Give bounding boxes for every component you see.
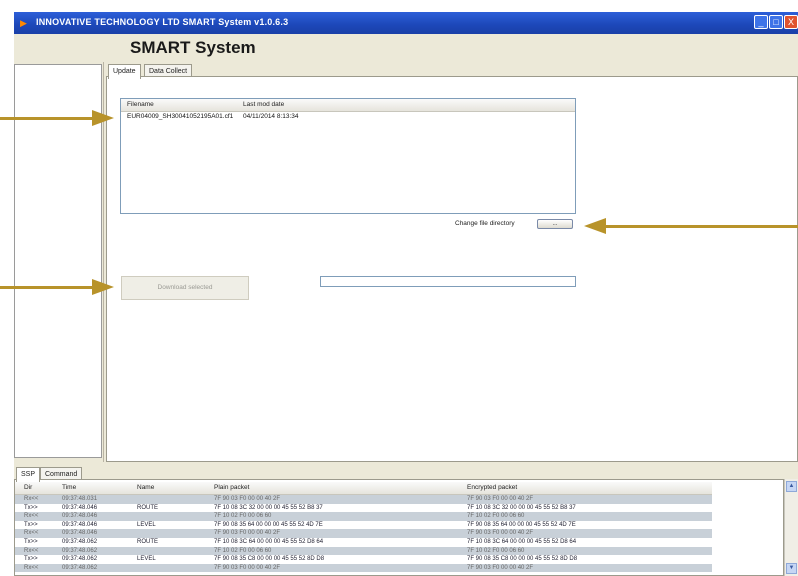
log-cell-encrypted: 7F 90 03 F0 00 00 40 2F bbox=[467, 496, 534, 502]
log-cell-dir: Rx<< bbox=[24, 564, 39, 571]
window-title: INNOVATIVE TECHNOLOGY LTD SMART System v… bbox=[36, 17, 289, 27]
log-cell-time: 09:37:48.062 bbox=[62, 556, 98, 563]
log-cell-time: 09:37:48.046 bbox=[62, 530, 98, 537]
log-cell-encrypted: 7F 90 08 35 C8 00 00 00 45 55 52 8D D8 bbox=[467, 556, 578, 563]
annotation-arrow-download-shaft bbox=[0, 286, 92, 289]
log-cell-name: LEVEL bbox=[137, 521, 156, 528]
column-encrypted-packet[interactable]: Encrypted packet bbox=[467, 484, 517, 491]
column-time[interactable]: Time bbox=[62, 484, 76, 491]
annotation-arrow-filelist-shaft bbox=[0, 117, 92, 120]
log-row[interactable]: Tx>> 09:37:48.046 LEVEL 7F 90 08 35 64 00 0… bbox=[15, 520, 712, 530]
app-icon: ▶ bbox=[20, 18, 27, 28]
log-cell-encrypted: 7F 10 02 F0 00 06 60 bbox=[467, 547, 525, 554]
log-cell-time: 09:37:48.062 bbox=[62, 539, 98, 545]
log-cell-encrypted: 7F 10 02 F0 00 06 60 bbox=[467, 513, 525, 520]
log-row[interactable]: Rx<< 09:37:48.046 7F 90 03 F0 00 00 40 2F 7… bbox=[15, 529, 712, 538]
progress-bar bbox=[320, 276, 576, 287]
log-row[interactable]: Rx<< 09:37:48.031 7F 90 03 F0 00 00 40 2F 7… bbox=[15, 495, 712, 504]
log-cell-time: 09:37:48.031 bbox=[62, 496, 98, 502]
log-cell-dir: Rx<< bbox=[24, 496, 39, 502]
close-button[interactable]: X bbox=[784, 15, 798, 29]
log-row[interactable]: Rx<< 09:37:48.046 7F 10 02 F0 00 06 60 7F 1… bbox=[15, 512, 712, 521]
log-cell-time: 09:37:48.046 bbox=[62, 504, 98, 511]
maximize-button[interactable]: □ bbox=[769, 15, 783, 29]
log-cell-encrypted: 7F 10 08 3C 64 00 00 00 45 55 52 D8 64 bbox=[467, 539, 577, 545]
title-bar[interactable]: ▶ INNOVATIVE TECHNOLOGY LTD SMART System… bbox=[14, 12, 798, 34]
log-cell-encrypted: 7F 90 03 F0 00 00 40 2F bbox=[467, 530, 534, 537]
log-cell-name: ROUTE bbox=[137, 539, 158, 545]
log-cell-plain: 7F 90 08 35 64 00 00 00 45 55 52 4D 7E bbox=[214, 521, 323, 528]
annotation-arrow-filelist-head bbox=[92, 110, 114, 126]
log-row[interactable]: Rx<< 09:37:48.062 7F 90 03 F0 00 00 40 2F 7… bbox=[15, 563, 712, 573]
file-list-header: Filename Last mod date bbox=[121, 99, 575, 112]
log-cell-time: 09:37:48.062 bbox=[62, 564, 98, 571]
log-cell-name: ROUTE bbox=[137, 504, 158, 511]
column-dir[interactable]: Dir bbox=[24, 484, 32, 491]
log-row[interactable]: Tx>> 09:37:48.062 LEVEL 7F 90 08 35 C8 00 0… bbox=[15, 555, 712, 564]
log-cell-encrypted: 7F 10 08 3C 32 00 00 00 45 55 52 B8 37 bbox=[467, 504, 576, 511]
log-cell-plain: 7F 90 08 35 C8 00 00 00 45 55 52 8D D8 bbox=[214, 556, 325, 563]
download-selected-button[interactable]: Download selected bbox=[121, 276, 249, 300]
log-cell-dir: Tx>> bbox=[24, 521, 38, 528]
scroll-up-icon[interactable]: ▲ bbox=[786, 481, 797, 492]
log-cell-dir: Tx>> bbox=[24, 556, 38, 563]
file-name: EUR04009_SH30041052195A01.cf1 bbox=[127, 113, 234, 120]
scroll-down-icon[interactable]: ▼ bbox=[786, 563, 797, 574]
column-name[interactable]: Name bbox=[137, 484, 154, 491]
file-date: 04/11/2014 8:13:34 bbox=[243, 113, 299, 120]
log-cell-encrypted: 7F 90 03 F0 00 00 40 2F bbox=[467, 564, 534, 571]
log-cell-time: 09:37:48.062 bbox=[62, 547, 98, 554]
log-cell-dir: Rx<< bbox=[24, 513, 39, 520]
annotation-arrow-changedir-shaft bbox=[605, 225, 798, 228]
log-row[interactable]: Rx<< 09:37:48.062 7F 10 02 F0 00 06 60 7F 1… bbox=[15, 546, 712, 556]
log-header: Dir Time Name Plain packet Encrypted pac… bbox=[15, 482, 712, 495]
left-panel[interactable] bbox=[14, 64, 102, 458]
column-last-mod-date[interactable]: Last mod date bbox=[243, 101, 284, 108]
app-header: SMART System bbox=[14, 34, 798, 62]
log-cell-plain: 7F 10 02 F0 00 06 60 bbox=[214, 547, 272, 554]
log-cell-plain: 7F 90 03 F0 00 00 40 2F bbox=[214, 530, 281, 537]
tab-update[interactable]: Update bbox=[108, 64, 141, 79]
column-filename[interactable]: Filename bbox=[127, 101, 154, 108]
change-dir-label: Change file directory bbox=[455, 220, 515, 227]
log-cell-time: 09:37:48.046 bbox=[62, 513, 98, 520]
column-plain-packet[interactable]: Plain packet bbox=[214, 484, 249, 491]
log-cell-time: 09:37:48.046 bbox=[62, 521, 98, 528]
log-cell-plain: 7F 10 08 3C 32 00 00 00 45 55 52 B8 37 bbox=[214, 504, 323, 511]
page-title: SMART System bbox=[130, 38, 256, 57]
log-row[interactable]: Tx>> 09:37:48.046 ROUTE 7F 10 08 3C 32 00 0… bbox=[15, 503, 712, 513]
log-cell-dir: Tx>> bbox=[24, 504, 38, 511]
file-list[interactable]: Filename Last mod date EUR04009_SH300410… bbox=[120, 98, 576, 214]
tab-ssp[interactable]: SSP bbox=[16, 467, 41, 482]
log-cell-plain: 7F 90 03 F0 00 00 40 2F bbox=[214, 564, 281, 571]
log-cell-encrypted: 7F 90 08 35 64 00 00 00 45 55 52 4D 7E bbox=[467, 521, 576, 528]
log-cell-dir: Rx<< bbox=[24, 547, 39, 554]
minimize-button[interactable]: _ bbox=[754, 15, 768, 29]
change-dir-button[interactable]: ... bbox=[537, 219, 573, 229]
log-scrollbar[interactable]: ▲ ▼ bbox=[784, 479, 798, 576]
annotation-arrow-changedir-head bbox=[584, 218, 606, 234]
log-cell-dir: Rx<< bbox=[24, 530, 39, 537]
log-cell-plain: 7F 10 08 3C 64 00 00 00 45 55 52 D8 64 bbox=[214, 539, 324, 545]
log-cell-name: LEVEL bbox=[137, 556, 156, 563]
log-cell-dir: Tx>> bbox=[24, 539, 38, 545]
log-row[interactable]: Tx>> 09:37:48.062 ROUTE 7F 10 08 3C 64 00 0… bbox=[15, 538, 712, 547]
annotation-arrow-download-head bbox=[92, 279, 114, 295]
log-cell-plain: 7F 90 03 F0 00 00 40 2F bbox=[214, 496, 281, 502]
log-cell-plain: 7F 10 02 F0 00 06 60 bbox=[214, 513, 272, 520]
